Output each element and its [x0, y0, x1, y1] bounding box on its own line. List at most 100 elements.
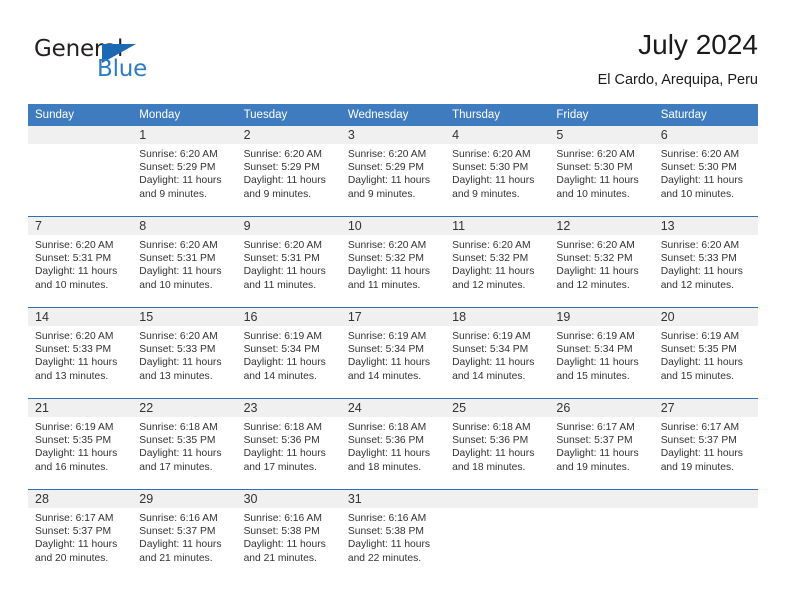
calendar-cell[interactable]: 3 Sunrise: 6:20 AM Sunset: 5:29 PM Daylight…: [340, 126, 446, 217]
daylight-duration-line1: Daylight: 11 hours: [660, 175, 743, 187]
calendar-cell[interactable]: 17 Sunrise: 6:19 AM Sunset: 5:34 PM Dayligh…: [340, 307, 446, 399]
daylight-duration-line2: and 11 minutes.: [243, 279, 317, 291]
calendar-cell[interactable]: 31 Sunrise: 6:16 AM Sunset: 5:38 PM Dayligh…: [340, 489, 446, 580]
day-cell: 5 Sunrise: 6:20 AM Sunset: 5:30 PM Daylight…: [549, 126, 654, 216]
calendar-cell[interactable]: 16 Sunrise: 6:19 AM Sunset: 5:34 PM Dayligh…: [236, 307, 341, 399]
calendar-cell[interactable]: 21 Sunrise: 6:19 AM Sunset: 5:35 PM Dayligh…: [28, 398, 133, 490]
calendar-cell[interactable]: 30 Sunrise: 6:16 AM Sunset: 5:38 PM Dayligh…: [236, 489, 341, 580]
calendar-cell[interactable]: 12 Sunrise: 6:20 AM Sunset: 5:32 PM Dayligh…: [549, 216, 654, 308]
day-details: Sunrise: 6:20 AM Sunset: 5:30 PM Daylight:…: [549, 144, 653, 201]
calendar-cell[interactable]: 28 Sunrise: 6:17 AM Sunset: 5:37 PM Dayligh…: [28, 489, 133, 580]
daylight-duration-line2: and 12 minutes.: [660, 279, 734, 291]
sunrise-time: Sunrise: 6:19 AM: [452, 331, 531, 342]
calendar-cell[interactable]: 2 Sunrise: 6:20 AM Sunset: 5:29 PM Daylight…: [236, 126, 341, 217]
day-number: 28: [28, 490, 133, 508]
sunrise-time: Sunrise: 6:19 AM: [243, 331, 322, 342]
day-number: 20: [653, 308, 758, 326]
sunset-time: Sunset: 5:35 PM: [139, 435, 216, 447]
calendar-cell[interactable]: 24 Sunrise: 6:18 AM Sunset: 5:36 PM Dayligh…: [340, 398, 446, 490]
calendar-cell[interactable]: 7 Sunrise: 6:20 AM Sunset: 5:31 PM Daylight…: [28, 216, 133, 308]
day-number: 15: [132, 308, 237, 326]
daylight-duration-line2: and 9 minutes.: [452, 188, 520, 200]
daylight-duration-line1: Daylight: 11 hours: [139, 357, 222, 369]
sunrise-time: Sunrise: 6:19 AM: [556, 331, 635, 342]
sunrise-time: Sunrise: 6:20 AM: [660, 240, 740, 251]
day-number: 19: [549, 308, 654, 326]
calendar-cell[interactable]: 20 Sunrise: 6:19 AM Sunset: 5:35 PM Dayligh…: [653, 307, 758, 399]
daylight-duration-line1: Daylight: 11 hours: [347, 175, 431, 187]
daylight-duration-line2: and 18 minutes.: [452, 461, 526, 473]
sunrise-time: Sunrise: 6:20 AM: [139, 331, 218, 342]
sunset-time: Sunset: 5:36 PM: [347, 435, 424, 447]
day-number: 7: [28, 217, 133, 235]
calendar-cell[interactable]: 23 Sunrise: 6:18 AM Sunset: 5:36 PM Dayligh…: [236, 398, 341, 490]
daylight-duration-line1: Daylight: 11 hours: [347, 539, 431, 551]
sunset-time: Sunset: 5:31 PM: [35, 253, 112, 265]
calendar-cell[interactable]: 26 Sunrise: 6:17 AM Sunset: 5:37 PM Dayligh…: [549, 398, 654, 490]
sunset-time: Sunset: 5:29 PM: [139, 162, 216, 174]
daylight-duration-line1: Daylight: 11 hours: [243, 539, 326, 551]
calendar-cell[interactable]: 25 Sunrise: 6:18 AM Sunset: 5:36 PM Dayligh…: [445, 398, 550, 490]
sunset-time: Sunset: 5:37 PM: [556, 435, 633, 447]
day-details: Sunrise: 6:20 AM Sunset: 5:30 PM Daylight:…: [654, 144, 758, 201]
day-number: 8: [132, 217, 237, 235]
sunrise-time: Sunrise: 6:20 AM: [243, 240, 322, 251]
weekday-header-friday: Friday: [549, 104, 654, 126]
day-number: [549, 490, 654, 508]
daylight-duration-line1: Daylight: 11 hours: [452, 175, 535, 187]
sunrise-time: Sunrise: 6:20 AM: [35, 331, 114, 342]
sunset-time: Sunset: 5:33 PM: [660, 253, 737, 265]
day-details: Sunrise: 6:17 AM Sunset: 5:37 PM Daylight:…: [654, 417, 758, 474]
sunset-time: Sunset: 5:30 PM: [556, 162, 633, 174]
sunset-time: Sunset: 5:37 PM: [35, 526, 112, 538]
daylight-duration-line1: Daylight: 11 hours: [243, 448, 326, 460]
calendar-cell[interactable]: 15 Sunrise: 6:20 AM Sunset: 5:33 PM Dayligh…: [132, 307, 237, 399]
day-details: Sunrise: 6:19 AM Sunset: 5:34 PM Daylight:…: [549, 326, 653, 383]
day-cell: 11 Sunrise: 6:20 AM Sunset: 5:32 PM Dayligh…: [445, 217, 550, 307]
daylight-duration-line1: Daylight: 11 hours: [660, 266, 743, 278]
calendar-cell[interactable]: 22 Sunrise: 6:18 AM Sunset: 5:35 PM Dayligh…: [132, 398, 237, 490]
daylight-duration-line1: Daylight: 11 hours: [452, 357, 535, 369]
calendar-cell[interactable]: 8 Sunrise: 6:20 AM Sunset: 5:31 PM Daylight…: [132, 216, 237, 308]
sunrise-time: Sunrise: 6:20 AM: [139, 240, 218, 251]
daylight-duration-line2: and 15 minutes.: [556, 370, 630, 382]
daylight-duration-line1: Daylight: 11 hours: [556, 175, 639, 187]
calendar-cell: [653, 489, 758, 580]
day-details: [654, 508, 758, 512]
calendar-cell[interactable]: 29 Sunrise: 6:16 AM Sunset: 5:37 PM Dayligh…: [132, 489, 237, 580]
day-details: Sunrise: 6:20 AM Sunset: 5:31 PM Daylight:…: [28, 235, 132, 292]
calendar-cell[interactable]: 11 Sunrise: 6:20 AM Sunset: 5:32 PM Dayligh…: [445, 216, 550, 308]
calendar-cell: [549, 489, 654, 580]
sunset-time: Sunset: 5:32 PM: [452, 253, 529, 265]
day-cell: 2 Sunrise: 6:20 AM Sunset: 5:29 PM Daylight…: [236, 126, 341, 216]
calendar-cell[interactable]: 1 Sunrise: 6:20 AM Sunset: 5:29 PM Daylight…: [132, 126, 237, 217]
calendar-cell[interactable]: 4 Sunrise: 6:20 AM Sunset: 5:30 PM Daylight…: [445, 126, 550, 217]
day-number: 4: [445, 126, 550, 144]
sunrise-time: Sunrise: 6:18 AM: [139, 422, 218, 433]
daylight-duration-line1: Daylight: 11 hours: [660, 448, 743, 460]
day-cell: [28, 126, 133, 216]
calendar-cell[interactable]: 27 Sunrise: 6:17 AM Sunset: 5:37 PM Dayligh…: [653, 398, 758, 490]
calendar-cell[interactable]: 13 Sunrise: 6:20 AM Sunset: 5:33 PM Dayligh…: [653, 216, 758, 308]
day-cell: 31 Sunrise: 6:16 AM Sunset: 5:38 PM Dayligh…: [340, 490, 446, 580]
day-cell: 19 Sunrise: 6:19 AM Sunset: 5:34 PM Dayligh…: [549, 308, 654, 398]
daylight-duration-line1: Daylight: 11 hours: [347, 448, 431, 460]
calendar-cell[interactable]: 5 Sunrise: 6:20 AM Sunset: 5:30 PM Daylight…: [549, 126, 654, 217]
calendar-cell[interactable]: 10 Sunrise: 6:20 AM Sunset: 5:32 PM Dayligh…: [340, 216, 446, 308]
calendar-body: 1 Sunrise: 6:20 AM Sunset: 5:29 PM Daylight…: [28, 126, 758, 580]
day-number: [28, 126, 133, 144]
weekday-header-tuesday: Tuesday: [236, 104, 341, 126]
calendar-cell[interactable]: 9 Sunrise: 6:20 AM Sunset: 5:31 PM Daylight…: [236, 216, 341, 308]
calendar-cell[interactable]: 19 Sunrise: 6:19 AM Sunset: 5:34 PM Dayligh…: [549, 307, 654, 399]
calendar-cell[interactable]: 14 Sunrise: 6:20 AM Sunset: 5:33 PM Dayligh…: [28, 307, 133, 399]
daylight-duration-line2: and 10 minutes.: [139, 279, 213, 291]
calendar-cell[interactable]: 18 Sunrise: 6:19 AM Sunset: 5:34 PM Dayligh…: [445, 307, 550, 399]
daylight-duration-line2: and 22 minutes.: [347, 552, 422, 564]
daylight-duration-line2: and 21 minutes.: [243, 552, 317, 564]
calendar-cell[interactable]: 6 Sunrise: 6:20 AM Sunset: 5:30 PM Daylight…: [653, 126, 758, 217]
day-details: Sunrise: 6:20 AM Sunset: 5:33 PM Daylight:…: [132, 326, 236, 383]
sunset-time: Sunset: 5:38 PM: [347, 526, 424, 538]
sunset-time: Sunset: 5:37 PM: [139, 526, 216, 538]
day-details: Sunrise: 6:19 AM Sunset: 5:35 PM Daylight:…: [654, 326, 758, 383]
day-details: Sunrise: 6:17 AM Sunset: 5:37 PM Daylight:…: [549, 417, 653, 474]
